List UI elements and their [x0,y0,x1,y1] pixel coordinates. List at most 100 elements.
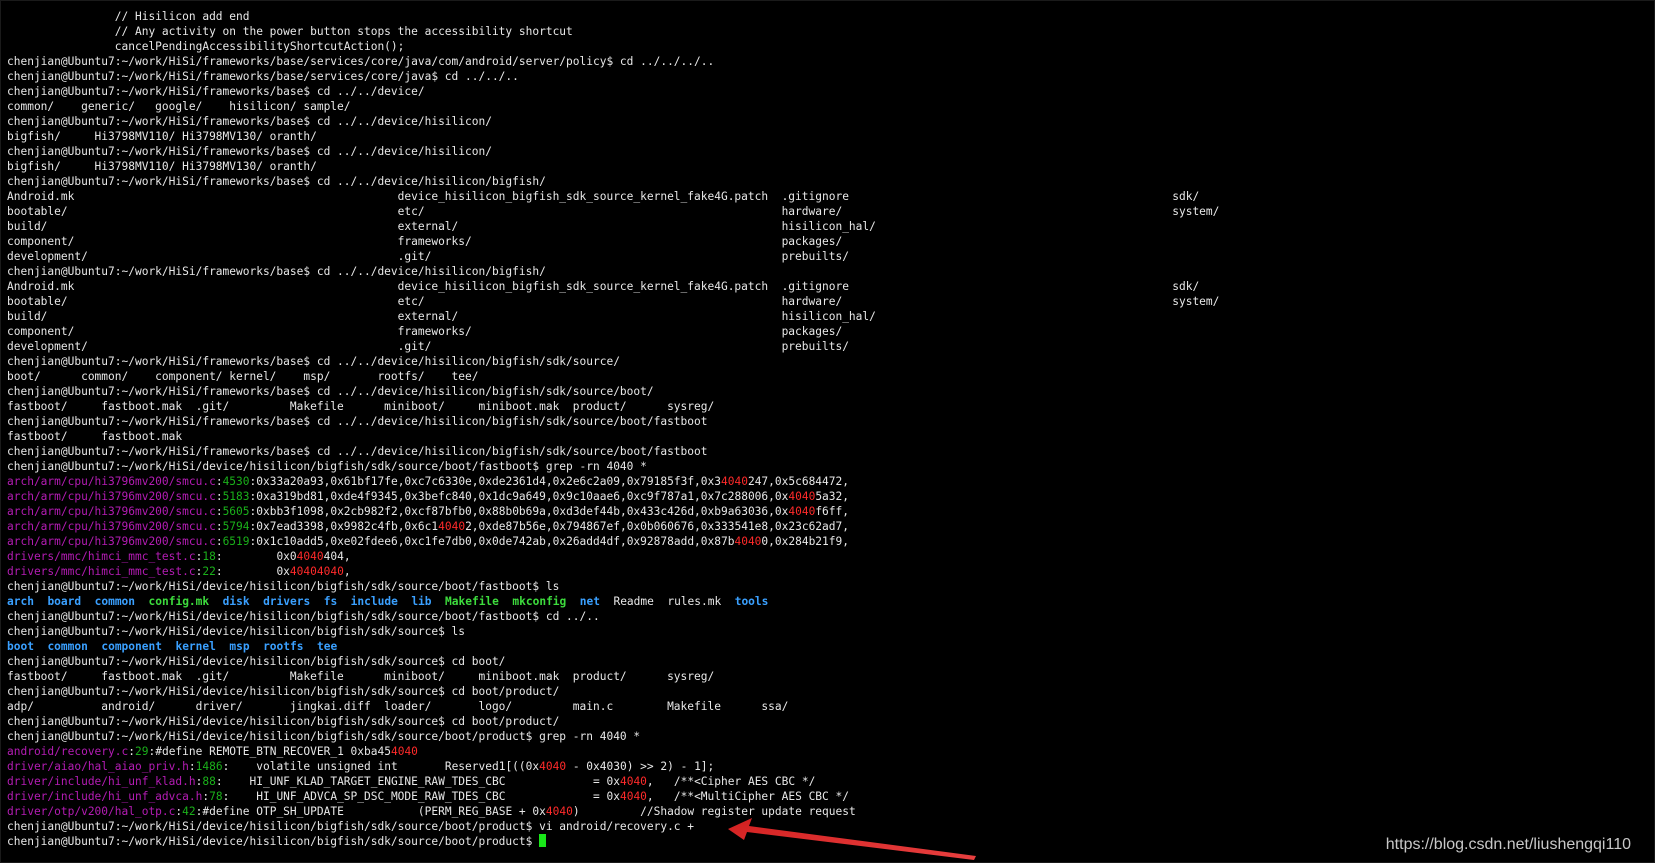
terminal-line: chenjian@Ubuntu7:~/work/HiSi/frameworks/… [7,114,1654,129]
terminal-line: build/ external/ hisilicon_hal/ [7,309,1654,324]
terminal-line: chenjian@Ubuntu7:~/work/HiSi/device/hisi… [7,729,1654,744]
terminal-text: chenjian@Ubuntu7:~/work/HiSi/device/hisi… [7,685,560,698]
terminal-line: driver/include/hi_unf_klad.h:88: HI_UNF_… [7,774,1654,789]
terminal-line: bigfish/ Hi3798MV110/ Hi3798MV130/ orant… [7,159,1654,174]
terminal-text: chenjian@Ubuntu7:~/work/HiSi/frameworks/… [7,175,546,188]
file-entry: config.mk [148,595,210,608]
terminal-text: cancelPendingAccessibilityShortcutAction… [7,40,405,53]
terminal-text: : [188,760,196,773]
file-entry: board [47,595,82,608]
file-path: arch/arm/cpu/hi3796mv200/smcu.c [7,535,216,548]
file-entry: Makefile [445,595,499,608]
terminal-text: chenjian@Ubuntu7:~/work/HiSi/device/hisi… [7,610,600,623]
terminal-text: Readme rules.mk [599,595,735,608]
file-entry: net [579,595,600,608]
line-number: 78 [209,790,223,803]
terminal-line: chenjian@Ubuntu7:~/work/HiSi/frameworks/… [7,84,1654,99]
terminal-line: chenjian@Ubuntu7:~/work/HiSi/frameworks/… [7,384,1654,399]
terminal-text: fastboot/ fastboot.mak .git/ Makefile mi… [7,670,715,683]
terminal-text: : [215,505,223,518]
terminal-line: chenjian@Ubuntu7:~/work/HiSi/device/hisi… [7,624,1654,639]
terminal-line: drivers/mmc/himci_mmc_test.c:18: 0x04040… [7,549,1654,564]
terminal-text: boot/ common/ component/ kernel/ msp/ ro… [7,370,479,383]
terminal-text: : [215,535,223,548]
terminal-line: chenjian@Ubuntu7:~/work/HiSi/frameworks/… [7,174,1654,189]
terminal-text: , /**<Cipher AES CBC */ [646,775,816,788]
terminal-text: : [215,475,223,488]
line-number: 5794 [222,520,250,533]
file-entry: include [350,595,398,608]
match-highlight: 40404040 [289,565,344,578]
file-entry: msp [229,640,250,653]
terminal-text: build/ external/ hisilicon_hal/ [7,220,876,233]
terminal-text: : HI_UNF_ADVCA_SP_DSC_MODE_RAW_TDES_CBC … [222,790,620,803]
terminal-text: chenjian@Ubuntu7:~/work/HiSi/device/hisi… [7,460,647,473]
file-entry: kernel [175,640,216,653]
match-highlight: 4040 [788,505,816,518]
terminal-line: driver/otp/v200/hal_otp.c:42:#define OTP… [7,804,1654,819]
match-highlight: 4040 [438,520,466,533]
terminal-line: component/ frameworks/ packages/ [7,234,1654,249]
terminal-text: chenjian@Ubuntu7:~/work/HiSi/frameworks/… [7,85,425,98]
line-number: 5183 [222,490,250,503]
file-entry: tools [734,595,769,608]
line-number: 4530 [222,475,250,488]
terminal-text: 0,0x284b21f9, [761,535,849,548]
terminal-line: fastboot/ fastboot.mak .git/ Makefile mi… [7,669,1654,684]
file-entry: component [101,640,162,653]
match-highlight: 4040 [788,490,816,503]
terminal-text: // Hisilicon add end [7,10,250,23]
match-highlight: 4040 [390,745,418,758]
file-entry: disk [222,595,250,608]
line-number: 88 [202,775,216,788]
terminal-text: : HI_UNF_KLAD_TARGET_ENGINE_RAW_TDES_CBC… [215,775,620,788]
terminal-line: chenjian@Ubuntu7:~/work/HiSi/device/hisi… [7,684,1654,699]
terminal-line: chenjian@Ubuntu7:~/work/HiSi/frameworks/… [7,264,1654,279]
terminal-line: chenjian@Ubuntu7:~/work/HiSi/device/hisi… [7,714,1654,729]
terminal-text: , /**<MultiCipher AES CBC */ [646,790,849,803]
line-number: 29 [135,745,149,758]
terminal-text: 404, [323,550,351,563]
terminal-window[interactable]: // Hisilicon add end // Any activity on … [0,0,1655,863]
terminal-text: chenjian@Ubuntu7:~/work/HiSi/device/hisi… [7,580,560,593]
terminal-line: bigfish/ Hi3798MV110/ Hi3798MV130/ orant… [7,129,1654,144]
terminal-text: chenjian@Ubuntu7:~/work/HiSi/device/hisi… [7,730,641,743]
terminal-text: chenjian@Ubuntu7:~/work/HiSi/device/hisi… [7,715,560,728]
file-entry: tee [316,640,338,653]
terminal-line: arch/arm/cpu/hi3796mv200/smcu.c:6519:0x1… [7,534,1654,549]
terminal-text: ) //Shadow register update request [572,805,856,818]
terminal-text: chenjian@Ubuntu7:~/work/HiSi/device/hisi… [7,625,466,638]
terminal-text: bootable/ etc/ hardware/ system/ [7,205,1220,218]
terminal-text: :0x1c10add5,0xe02fdee6,0xc1fe7db0,0x0de7… [249,535,735,548]
terminal-text: bigfish/ Hi3798MV110/ Hi3798MV130/ orant… [7,130,317,143]
watermark: https://blog.csdn.net/liushengqi110 [1385,836,1631,853]
line-number: 1486 [195,760,223,773]
terminal-text: f6ff, [815,505,849,518]
terminal-text: chenjian@Ubuntu7:~/work/HiSi/frameworks/… [7,415,708,428]
match-highlight: 4040 [721,475,748,488]
terminal-line: chenjian@Ubuntu7:~/work/HiSi/device/hisi… [7,579,1654,594]
terminal-line: build/ external/ hisilicon_hal/ [7,219,1654,234]
terminal-line: chenjian@Ubuntu7:~/work/HiSi/device/hisi… [7,654,1654,669]
terminal-text: Android.mk device_hisilicon_bigfish_sdk_… [7,190,1200,203]
terminal-line: fastboot/ fastboot.mak [7,429,1654,444]
terminal-line: boot/ common/ component/ kernel/ msp/ ro… [7,369,1654,384]
terminal-text: :0x7ead3398,0x9982c4fb,0x6c1 [249,520,439,533]
terminal-line: chenjian@Ubuntu7:~/work/HiSi/device/hisi… [7,609,1654,624]
file-path: driver/aiao/hal_aiao_priv.h [7,760,189,773]
terminal-text: : 0x0 [215,550,297,563]
terminal-text: 247,0x5c684472, [747,475,849,488]
terminal-text: : [215,490,223,503]
line-number: 6519 [222,535,250,548]
terminal-text: Android.mk device_hisilicon_bigfish_sdk_… [7,280,1200,293]
terminal-line: adp/ android/ driver/ jingkai.diff loade… [7,699,1654,714]
terminal-text: , [343,565,351,578]
file-entry: drivers [263,595,311,608]
terminal-text: fastboot/ fastboot.mak [7,430,183,443]
